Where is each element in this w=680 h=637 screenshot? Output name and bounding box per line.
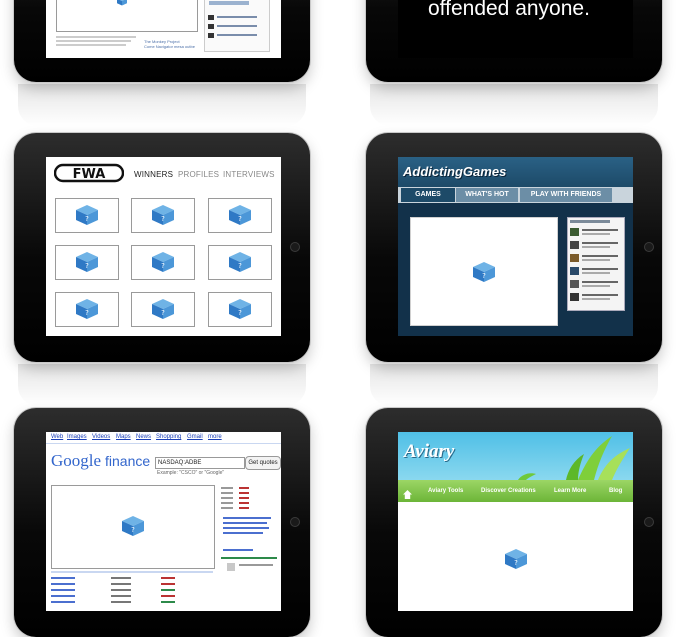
link-web[interactable]: Web <box>51 434 63 440</box>
cube-icon: ? <box>504 548 528 570</box>
fwa-logo: FWA <box>53 163 125 183</box>
google-logo: Google <box>51 451 102 470</box>
nav-winners[interactable]: WINNERS <box>134 170 173 179</box>
svg-text:?: ? <box>238 215 242 223</box>
friends-panel <box>567 217 625 311</box>
svg-text:?: ? <box>238 262 242 270</box>
ag-logo: AddictingGames <box>403 164 507 179</box>
cube-icon: ? <box>228 298 252 320</box>
home-button[interactable] <box>644 517 654 527</box>
cube-icon: ? <box>75 298 99 320</box>
cube-icon: ? <box>121 515 145 537</box>
grid-item[interactable]: ? <box>208 292 272 327</box>
grid-item[interactable]: ? <box>131 245 195 280</box>
headline-text: offended anyone. <box>428 0 590 20</box>
link-videos[interactable]: Videos <box>92 434 110 440</box>
svg-text:?: ? <box>85 262 89 270</box>
tab-play-with-friends[interactable]: PLAY WITH FRIENDS <box>520 188 612 202</box>
svg-text:?: ? <box>161 309 165 317</box>
svg-text:?: ? <box>85 309 89 317</box>
tab-games[interactable]: GAMES <box>401 188 455 202</box>
grid-item[interactable]: ? <box>208 198 272 233</box>
grid-item[interactable]: ? <box>55 198 119 233</box>
screen-google-finance: Web Images Videos Maps News Shopping Gma… <box>46 432 281 611</box>
svg-text:FWA: FWA <box>73 167 106 182</box>
svg-text:?: ? <box>238 309 242 317</box>
grid-item[interactable]: ? <box>131 198 195 233</box>
cube-icon: ? <box>472 261 496 283</box>
screen-1: The Monkey Project Come Navigator mesa o… <box>46 0 281 58</box>
stats-panel <box>221 487 277 607</box>
svg-text:?: ? <box>514 559 518 567</box>
chart-placeholder: ? <box>51 485 215 569</box>
cube-icon: ? <box>151 298 175 320</box>
link-news[interactable]: News <box>136 434 151 440</box>
reflection-2 <box>370 84 658 126</box>
sidebar-panel <box>204 0 270 52</box>
screen-2: offended anyone. <box>398 0 633 58</box>
quote-search-input[interactable]: NASDAQ:ADBE <box>155 457 245 469</box>
screen-aviary: Aviary Aviary Tools Discover Creations L… <box>398 432 633 611</box>
svg-text:?: ? <box>85 215 89 223</box>
link-gmail[interactable]: Gmail <box>187 434 203 440</box>
svg-text:?: ? <box>161 262 165 270</box>
cube-icon: ? <box>151 251 175 273</box>
data-table <box>51 571 213 611</box>
nav-blog[interactable]: Blog <box>609 488 622 494</box>
svg-text:?: ? <box>482 272 486 280</box>
screen-fwa: FWA WINNERS PROFILES INTERVIEWS ? ? ? ? … <box>46 157 281 336</box>
cube-icon: ? <box>75 251 99 273</box>
search-example: Example: "CSCO" or "Google" <box>157 470 225 476</box>
grid-item[interactable]: ? <box>55 245 119 280</box>
link-shopping[interactable]: Shopping <box>156 434 181 440</box>
svg-text:?: ? <box>131 526 135 534</box>
svg-text:?: ? <box>161 215 165 223</box>
cube-icon <box>114 0 130 6</box>
home-button[interactable] <box>290 242 300 252</box>
screen-addicting-games: AddictingGames GAMES WHAT'S HOT PLAY WIT… <box>398 157 633 336</box>
nav-profiles[interactable]: PROFILES <box>178 170 219 179</box>
reflection-1 <box>18 84 306 126</box>
cube-icon: ? <box>75 204 99 226</box>
caption-line-2: Come Navigator mesa outbe <box>144 44 195 49</box>
grid-item[interactable]: ? <box>55 292 119 327</box>
cube-icon: ? <box>228 251 252 273</box>
nav-learn-more[interactable]: Learn More <box>554 488 586 494</box>
nav-discover-creations[interactable]: Discover Creations <box>481 488 536 494</box>
home-button[interactable] <box>644 242 654 252</box>
nav-interviews[interactable]: INTERVIEWS <box>223 170 275 179</box>
link-maps[interactable]: Maps <box>116 434 131 440</box>
reflection-4 <box>370 364 658 406</box>
reflection-3 <box>18 364 306 406</box>
tab-whats-hot[interactable]: WHAT'S HOT <box>456 188 518 202</box>
grid-item[interactable]: ? <box>131 292 195 327</box>
aviary-logo: Aviary <box>404 441 455 462</box>
nav-aviary-tools[interactable]: Aviary Tools <box>428 488 463 494</box>
link-images[interactable]: Images <box>67 434 87 440</box>
finance-logo: finance <box>105 453 151 469</box>
grid-item[interactable]: ? <box>208 245 272 280</box>
cube-icon: ? <box>151 204 175 226</box>
game-placeholder: ? <box>410 217 558 326</box>
cube-icon: ? <box>228 204 252 226</box>
get-quotes-button[interactable]: Get quotes <box>245 456 281 470</box>
home-button[interactable] <box>290 517 300 527</box>
link-more[interactable]: more <box>208 434 222 440</box>
home-icon[interactable] <box>403 486 412 499</box>
